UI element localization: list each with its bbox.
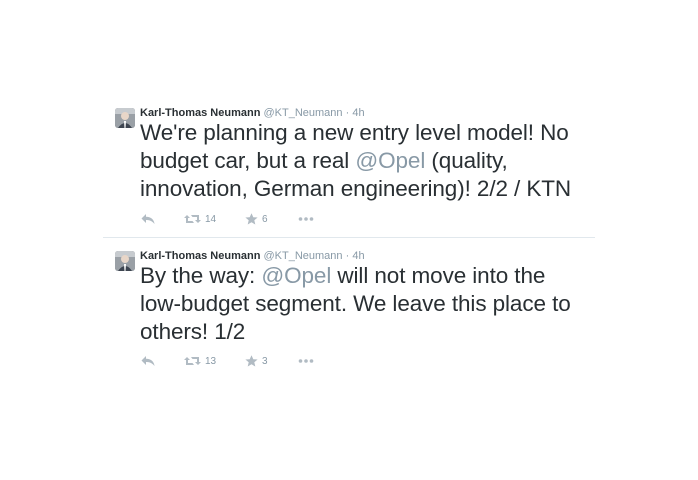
timestamp[interactable]: 4h — [352, 107, 364, 119]
favorite-button[interactable]: 6 — [245, 213, 298, 225]
more-icon — [298, 217, 314, 221]
tweet-text-before: By the way: — [140, 263, 262, 288]
reply-icon — [141, 356, 155, 366]
reply-button[interactable] — [141, 213, 184, 225]
retweet-button[interactable]: 14 — [184, 213, 245, 225]
tweet-header: Karl-Thomas Neumann @KT_Neumann · 4h — [140, 249, 365, 263]
retweet-count: 14 — [205, 213, 217, 225]
tweet[interactable]: Karl-Thomas Neumann @KT_Neumann · 4h We'… — [103, 100, 595, 237]
tweet-text: By the way: @Opel will not move into the… — [140, 262, 590, 346]
retweet-button[interactable]: 13 — [184, 355, 245, 367]
timestamp[interactable]: 4h — [352, 250, 364, 262]
tweet-timeline: Karl-Thomas Neumann @KT_Neumann · 4h We'… — [103, 100, 595, 383]
avatar[interactable] — [115, 251, 135, 271]
tweet-actions: 14 6 — [141, 211, 314, 227]
favorite-count: 6 — [262, 213, 268, 225]
reply-icon — [141, 214, 155, 224]
tweet-text: We're planning a new entry level model! … — [140, 119, 590, 203]
mention-link[interactable]: @Opel — [261, 263, 331, 288]
retweet-icon — [184, 357, 201, 365]
star-icon — [245, 355, 258, 367]
favorite-button[interactable]: 3 — [245, 355, 298, 367]
tweet-header: Karl-Thomas Neumann @KT_Neumann · 4h — [140, 106, 365, 120]
separator: · — [345, 250, 350, 262]
tweet[interactable]: Karl-Thomas Neumann @KT_Neumann · 4h By … — [103, 237, 595, 383]
separator: · — [345, 107, 350, 119]
retweet-icon — [184, 215, 201, 223]
avatar-image — [115, 251, 135, 271]
avatar-image — [115, 108, 135, 128]
author-name[interactable]: Karl-Thomas Neumann — [140, 107, 260, 119]
tweet-actions: 13 3 — [141, 353, 314, 369]
retweet-count: 13 — [205, 355, 217, 367]
author-handle[interactable]: @KT_Neumann — [263, 107, 342, 119]
star-icon — [245, 213, 258, 225]
author-name[interactable]: Karl-Thomas Neumann — [140, 250, 260, 262]
more-button[interactable] — [298, 216, 314, 222]
mention-link[interactable]: @Opel — [355, 148, 425, 173]
author-handle[interactable]: @KT_Neumann — [263, 250, 342, 262]
more-icon — [298, 359, 314, 363]
reply-button[interactable] — [141, 355, 184, 367]
avatar[interactable] — [115, 108, 135, 128]
more-button[interactable] — [298, 358, 314, 364]
favorite-count: 3 — [262, 355, 268, 367]
